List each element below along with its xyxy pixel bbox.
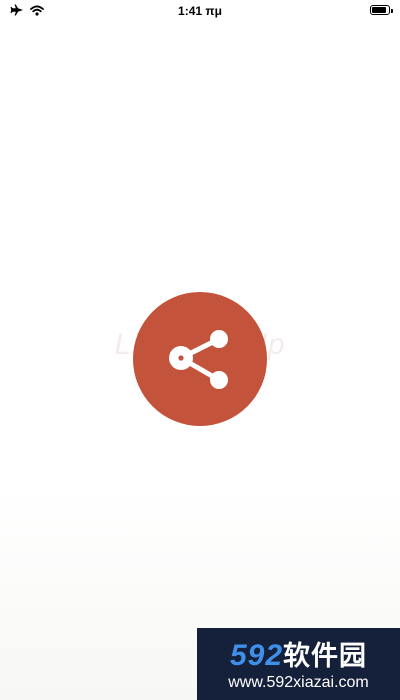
site-watermark-badge: 592软件园 www.592xiazai.com [197, 628, 400, 700]
badge-title: 592软件园 [197, 634, 400, 673]
status-right-icons [370, 5, 393, 15]
status-bar: 1:41 πμ [0, 0, 400, 22]
share-icon [169, 330, 228, 389]
battery-tip [391, 8, 393, 13]
badge-url: www.592xiazai.com [228, 674, 369, 691]
app-logo [133, 292, 267, 426]
app-screen: 1:41 πμ LibreLinkUp 592软件园 www.592xiazai… [0, 0, 400, 700]
badge-chinese-text: 软件园 [283, 641, 368, 671]
battery-icon [370, 5, 393, 15]
badge-number: 592 [229, 639, 284, 672]
status-time: 1:41 πμ [178, 4, 222, 18]
battery-level-fill [372, 7, 386, 13]
